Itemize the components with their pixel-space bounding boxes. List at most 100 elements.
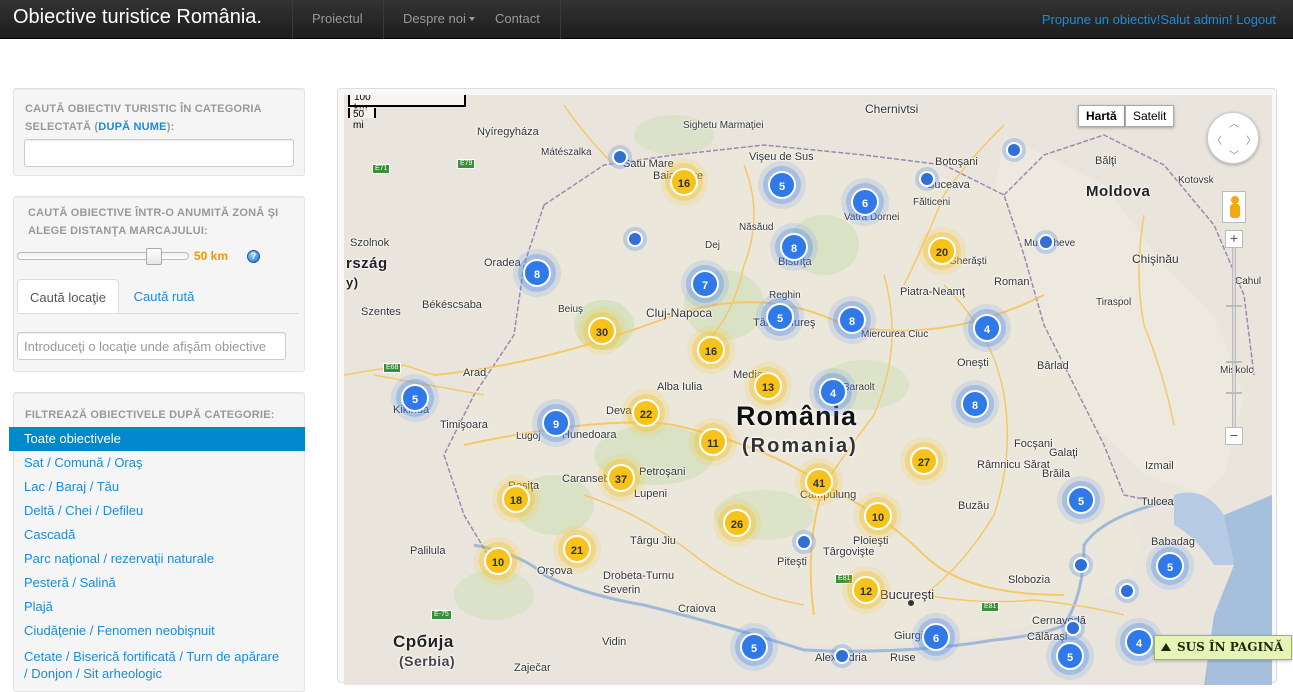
category-item[interactable]: Pesteră / Salină xyxy=(9,571,305,595)
tab-search-location[interactable]: Caută locaţie xyxy=(17,279,119,313)
marker-cluster-blue[interactable]: 8 xyxy=(523,259,551,287)
marker-cluster-blue[interactable]: 5 xyxy=(1067,486,1095,514)
road-shield: E81 xyxy=(981,602,1000,612)
marker-cluster-blue[interactable]: 8 xyxy=(961,390,989,418)
marker-cluster-yellow[interactable]: 10 xyxy=(484,547,512,575)
city-label: Deva xyxy=(606,405,632,417)
zoom-slider-track[interactable] xyxy=(1232,245,1236,435)
distance-slider-handle[interactable] xyxy=(146,248,162,265)
category-item[interactable]: Cascadă xyxy=(9,523,305,547)
marker-cluster-yellow[interactable]: 16 xyxy=(697,336,725,364)
help-icon[interactable]: ? xyxy=(247,250,260,263)
marker-cluster-yellow[interactable]: 11 xyxy=(699,428,727,456)
city-label: Fălticeni xyxy=(913,197,951,208)
city-label: Drobeta-Turnu Severin xyxy=(603,570,675,596)
nav-link-contact[interactable]: Contact xyxy=(495,11,540,26)
marker-dot[interactable] xyxy=(834,648,850,664)
marker-cluster-blue[interactable]: 8 xyxy=(838,306,866,334)
marker-cluster-blue[interactable]: 8 xyxy=(780,233,808,261)
marker-cluster-yellow[interactable]: 22 xyxy=(632,399,660,427)
marker-dot[interactable] xyxy=(627,231,643,247)
category-item[interactable]: / Donjon / Sit arheologic xyxy=(9,667,305,681)
nav-link-project[interactable]: Proiectul xyxy=(312,11,363,26)
category-item[interactable]: Cetate / Biserică fortificată / Turn de … xyxy=(9,643,305,667)
marker-cluster-yellow[interactable]: 10 xyxy=(864,502,892,530)
marker-dot[interactable] xyxy=(1065,620,1081,636)
zoom-in-button[interactable]: + xyxy=(1225,230,1243,248)
map-type-map-button[interactable]: Hartă xyxy=(1078,105,1125,127)
marker-cluster-blue[interactable]: 5 xyxy=(768,171,796,199)
map-type-satellite-button[interactable]: Satelit xyxy=(1125,105,1175,127)
chevron-right-icon[interactable]: 〉 xyxy=(1246,132,1256,147)
marker-cluster-yellow[interactable]: 21 xyxy=(563,535,591,563)
category-item[interactable]: Plajă xyxy=(9,595,305,619)
greeting-link[interactable]: Salut admin! xyxy=(1160,12,1232,27)
marker-dot[interactable] xyxy=(1006,142,1022,158)
city-label: Sighetu Marmaţiei xyxy=(683,120,764,131)
city-label: Zaječar xyxy=(514,662,551,674)
street-view-pegman-icon[interactable] xyxy=(1222,191,1246,223)
city-label: Chişinău xyxy=(1132,252,1179,266)
marker-cluster-blue[interactable]: 5 xyxy=(766,303,794,331)
marker-dot[interactable] xyxy=(1073,557,1089,573)
marker-cluster-yellow[interactable]: 27 xyxy=(910,447,938,475)
city-label: Piteşti xyxy=(777,556,807,568)
marker-cluster-blue[interactable]: 4 xyxy=(819,378,847,406)
tab-search-route[interactable]: Caută rută xyxy=(122,279,206,313)
marker-cluster-yellow[interactable]: 26 xyxy=(723,509,751,537)
marker-cluster-blue[interactable]: 9 xyxy=(542,409,570,437)
marker-cluster-blue[interactable]: 6 xyxy=(851,188,879,216)
zoom-out-button[interactable]: − xyxy=(1225,427,1243,445)
marker-cluster-blue[interactable]: 4 xyxy=(973,314,1001,342)
category-item[interactable]: Sat / Comună / Oraş xyxy=(9,451,305,475)
logout-link[interactable]: Logout xyxy=(1236,12,1276,27)
marker-dot[interactable] xyxy=(1119,583,1135,599)
location-input[interactable]: Introduceţi o locaţie unde afişăm obiect… xyxy=(17,332,286,360)
marker-cluster-yellow[interactable]: 30 xyxy=(588,317,616,345)
pan-control[interactable]: ︿ ﹀ 〈 〉 xyxy=(1207,112,1259,164)
marker-cluster-blue[interactable]: 7 xyxy=(691,270,719,298)
back-to-top-label: SUS ÎN PAGINĂ xyxy=(1177,640,1284,654)
city-label: Babadag xyxy=(1151,536,1196,548)
marker-cluster-blue[interactable]: 6 xyxy=(922,623,950,651)
marker-dot[interactable] xyxy=(919,171,935,187)
city-label: Brăila xyxy=(1042,468,1071,480)
marker-cluster-yellow[interactable]: 37 xyxy=(607,464,635,492)
chevron-up-icon[interactable]: ︿ xyxy=(1229,115,1239,130)
marker-cluster-yellow[interactable]: 18 xyxy=(502,485,530,513)
back-to-top-button[interactable]: SUS ÎN PAGINĂ xyxy=(1154,635,1293,660)
chevron-down-icon[interactable]: ﹀ xyxy=(1229,147,1239,162)
search-name-input[interactable] xyxy=(24,139,294,167)
marker-cluster-yellow[interactable]: 12 xyxy=(852,576,880,604)
category-item[interactable]: Deltă / Chei / Defileu xyxy=(9,499,305,523)
search-name-title: CAUTĂ OBIECTIV TURISTIC ÎN CATEGORIA SEL… xyxy=(25,100,295,136)
category-item[interactable]: Lac / Baraj / Tău xyxy=(9,475,305,499)
marker-cluster-blue[interactable]: 5 xyxy=(740,633,768,661)
marker-cluster-blue[interactable]: 4 xyxy=(1125,628,1153,656)
brand-title[interactable]: Obiective turistice România. xyxy=(13,6,262,29)
road-shield: E71 xyxy=(372,164,391,174)
city-label: Năsăud xyxy=(739,222,774,233)
marker-cluster-blue[interactable]: 5 xyxy=(1156,552,1184,580)
map-container: E71 E79 E68 E-75 E81 E81 România (Romani… xyxy=(337,88,1277,685)
distance-slider-track[interactable] xyxy=(17,252,189,260)
marker-cluster-blue[interactable]: 5 xyxy=(1056,642,1084,670)
category-item-all[interactable]: Toate obiectivele xyxy=(9,427,305,451)
propose-link[interactable]: Propune un obiectiv! xyxy=(1042,12,1161,27)
marker-dot[interactable] xyxy=(796,534,812,550)
marker-cluster-yellow[interactable]: 20 xyxy=(928,237,956,265)
map-canvas[interactable]: E71 E79 E68 E-75 E81 E81 România (Romani… xyxy=(344,95,1272,685)
marker-cluster-yellow[interactable]: 13 xyxy=(754,372,782,400)
marker-cluster-yellow[interactable]: 16 xyxy=(670,168,698,196)
road-shield: E-75 xyxy=(431,610,452,620)
city-label: Tiraspol xyxy=(1096,297,1132,308)
nav-link-about[interactable]: Despre noi xyxy=(403,11,475,26)
category-item[interactable]: Ciudăţenie / Fenomen neobişnuit xyxy=(9,619,305,643)
marker-dot[interactable] xyxy=(1038,234,1054,250)
marker-cluster-blue[interactable]: 5 xyxy=(401,384,429,412)
marker-cluster-yellow[interactable]: 41 xyxy=(805,468,833,496)
category-item[interactable]: Parc naţional / rezervaţii naturale xyxy=(9,547,305,571)
chevron-left-icon[interactable]: 〈 xyxy=(1212,132,1222,147)
marker-dot[interactable] xyxy=(612,149,628,165)
city-label: Miercurea Ciuc xyxy=(861,329,929,340)
